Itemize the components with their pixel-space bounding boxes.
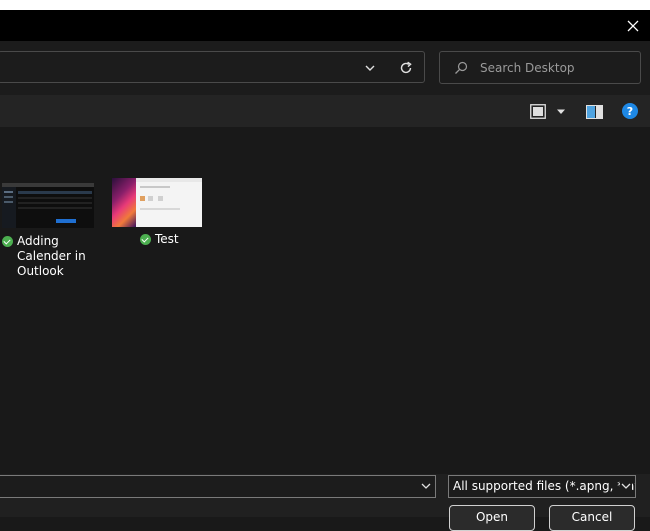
help-button[interactable]: ? — [622, 103, 638, 119]
file-label: Test — [112, 232, 202, 247]
preview-pane-icon — [586, 105, 603, 119]
close-icon — [627, 20, 639, 31]
view-layout-icon — [530, 104, 546, 119]
chevron-down-icon — [621, 483, 631, 489]
sync-status-icon — [2, 236, 13, 247]
cancel-button[interactable]: Cancel — [549, 505, 635, 531]
search-box[interactable]: Search Desktop — [439, 51, 641, 84]
chevron-down-icon — [421, 483, 431, 489]
file-thumbnail — [112, 178, 202, 227]
window-top-edge — [0, 0, 650, 10]
file-label: Adding Calender in Outlook — [2, 234, 94, 279]
close-button[interactable] — [616, 10, 650, 41]
search-input[interactable]: Search Desktop — [480, 61, 575, 75]
refresh-button[interactable] — [397, 59, 415, 77]
file-type-dropdown-button[interactable] — [620, 480, 632, 492]
file-type-select[interactable]: All supported files (*.apng, *.av — [448, 475, 636, 498]
sync-status-icon — [140, 234, 151, 245]
help-icon: ? — [626, 104, 634, 118]
file-thumbnail — [2, 183, 94, 228]
address-history-button[interactable] — [362, 60, 378, 76]
search-icon — [454, 61, 468, 75]
file-name-dropdown-button[interactable] — [420, 480, 432, 492]
file-list — [0, 127, 650, 474]
file-item[interactable]: Test — [112, 178, 202, 247]
title-bar — [0, 10, 650, 41]
open-button[interactable]: Open — [449, 505, 535, 531]
file-name: Adding Calender in Outlook — [17, 234, 86, 278]
file-name: Test — [155, 232, 179, 246]
change-view-button[interactable] — [530, 103, 568, 120]
chevron-down-icon — [365, 65, 375, 71]
refresh-icon — [400, 61, 412, 74]
preview-pane-button[interactable] — [586, 104, 603, 119]
file-item[interactable]: Adding Calender in Outlook — [2, 183, 94, 279]
chevron-down-icon — [557, 109, 565, 114]
file-name-input[interactable] — [0, 475, 436, 498]
